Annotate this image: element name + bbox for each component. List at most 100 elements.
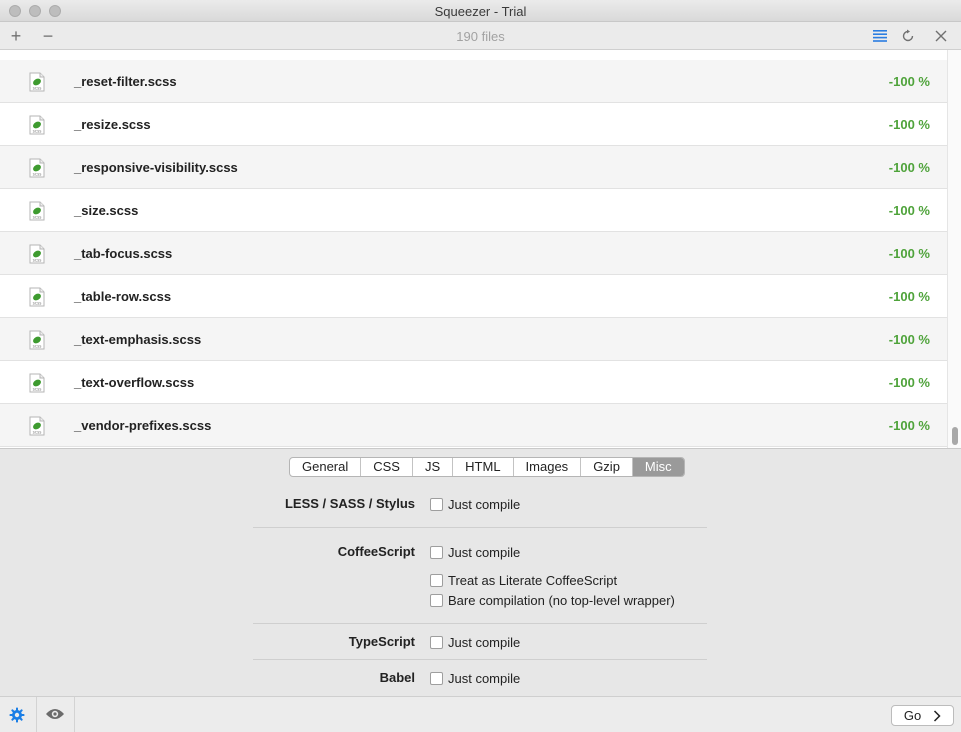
divider bbox=[253, 527, 707, 528]
svg-text:SCSS: SCSS bbox=[33, 431, 42, 435]
checkbox-label: Bare compilation (no top-level wrapper) bbox=[448, 592, 675, 608]
scss-file-icon: SCSS bbox=[29, 416, 45, 436]
title-bar: Squeezer - Trial bbox=[0, 0, 961, 22]
go-button[interactable]: Go bbox=[891, 705, 954, 726]
refresh-icon bbox=[902, 29, 914, 42]
file-percent: -100 % bbox=[888, 332, 930, 347]
scss-file-icon: SCSS bbox=[29, 330, 45, 350]
typescript-just-compile[interactable]: Just compile bbox=[430, 634, 520, 650]
file-row[interactable]: SCSS _size.scss -100 % bbox=[0, 189, 947, 232]
typescript-label: TypeScript bbox=[348, 634, 415, 649]
tab-general[interactable]: General bbox=[290, 458, 362, 476]
settings-gear-icon bbox=[9, 707, 25, 723]
file-name: _size.scss bbox=[74, 203, 139, 218]
chevron-right-icon bbox=[934, 709, 941, 722]
scss-file-icon: SCSS bbox=[29, 115, 45, 135]
svg-text:SCSS: SCSS bbox=[33, 87, 42, 91]
file-percent: -100 % bbox=[888, 418, 930, 433]
file-row[interactable]: SCSS _tab-focus.scss -100 % bbox=[0, 232, 947, 275]
file-percent: -100 % bbox=[888, 74, 930, 89]
clear-button[interactable] bbox=[931, 24, 951, 48]
file-percent: -100 % bbox=[888, 160, 930, 175]
file-name: _table-row.scss bbox=[74, 289, 172, 304]
divider bbox=[74, 697, 75, 732]
scss-file-icon: SCSS bbox=[29, 72, 45, 92]
file-name: _reset-filter.scss bbox=[74, 74, 177, 89]
file-list-scrollbar[interactable] bbox=[947, 50, 961, 448]
file-name: _text-overflow.scss bbox=[74, 375, 195, 390]
svg-text:SCSS: SCSS bbox=[33, 173, 42, 177]
file-percent: -100 % bbox=[888, 246, 930, 261]
tab-css[interactable]: CSS bbox=[361, 458, 413, 476]
checkbox-label: Just compile bbox=[448, 634, 521, 650]
checkbox-label: Just compile bbox=[448, 496, 521, 512]
file-percent: -100 % bbox=[888, 289, 930, 304]
svg-text:SCSS: SCSS bbox=[33, 259, 42, 263]
settings-panel: General CSS JS HTML Images Gzip Misc LES… bbox=[0, 448, 961, 696]
refresh-button[interactable] bbox=[898, 24, 918, 48]
file-percent: -100 % bbox=[888, 203, 930, 218]
checkbox-label: Treat as Literate CoffeeScript bbox=[448, 572, 618, 588]
file-percent: -100 % bbox=[888, 117, 930, 132]
file-row[interactable]: SCSS _text-overflow.scss -100 % bbox=[0, 361, 947, 404]
coffeescript-bare[interactable]: Bare compilation (no top-level wrapper) bbox=[430, 592, 675, 608]
tab-html[interactable]: HTML bbox=[453, 458, 514, 476]
tab-js[interactable]: JS bbox=[413, 458, 454, 476]
coffeescript-literate[interactable]: Treat as Literate CoffeeScript bbox=[430, 572, 617, 588]
file-percent: -100 % bbox=[888, 375, 930, 390]
scss-file-icon: SCSS bbox=[29, 158, 45, 178]
babel-label: Babel bbox=[379, 670, 415, 685]
scss-file-icon: SCSS bbox=[29, 244, 45, 264]
go-label: Go bbox=[903, 708, 922, 723]
close-icon bbox=[935, 30, 947, 42]
preview-button[interactable] bbox=[45, 707, 67, 723]
checkbox-label: Just compile bbox=[448, 544, 521, 560]
file-name: _tab-focus.scss bbox=[74, 246, 173, 261]
list-view-button[interactable] bbox=[870, 24, 890, 48]
file-name: _vendor-prefixes.scss bbox=[74, 418, 212, 433]
scroll-thumb[interactable] bbox=[952, 427, 958, 445]
svg-text:SCSS: SCSS bbox=[33, 302, 42, 306]
window-title: Squeezer - Trial bbox=[434, 4, 527, 19]
svg-text:SCSS: SCSS bbox=[33, 216, 42, 220]
coffeescript-label: CoffeeScript bbox=[337, 544, 415, 559]
svg-text:SCSS: SCSS bbox=[33, 388, 42, 392]
coffeescript-just-compile[interactable]: Just compile bbox=[430, 544, 520, 560]
file-row[interactable]: SCSS _responsive-visibility.scss -100 % bbox=[0, 146, 947, 189]
scss-file-icon: SCSS bbox=[29, 373, 45, 393]
file-row[interactable]: SCSS _text-emphasis.scss -100 % bbox=[0, 318, 947, 361]
divider bbox=[253, 659, 707, 660]
divider bbox=[36, 697, 37, 732]
divider bbox=[253, 623, 707, 624]
checkbox[interactable] bbox=[430, 573, 443, 587]
file-row[interactable]: SCSS _reset-filter.scss -100 % bbox=[0, 60, 947, 103]
scss-file-icon: SCSS bbox=[29, 287, 45, 307]
checkbox[interactable] bbox=[430, 593, 443, 607]
file-name: _resize.scss bbox=[74, 117, 151, 132]
svg-text:SCSS: SCSS bbox=[33, 130, 42, 134]
eye-icon bbox=[46, 709, 64, 719]
checkbox[interactable] bbox=[430, 635, 443, 649]
checkbox[interactable] bbox=[430, 545, 443, 559]
footer-bar: Go bbox=[0, 696, 961, 732]
list-view-icon bbox=[873, 30, 887, 42]
file-name: _responsive-visibility.scss bbox=[74, 160, 238, 175]
file-row[interactable]: SCSS _table-row.scss -100 % bbox=[0, 275, 947, 318]
settings-button[interactable] bbox=[8, 706, 28, 724]
checkbox[interactable] bbox=[430, 671, 443, 685]
tab-gzip[interactable]: Gzip bbox=[581, 458, 633, 476]
file-list[interactable]: SCSS _reset-filter.scss -100 % SCSS _res… bbox=[0, 50, 947, 448]
less-sass-stylus-label: LESS / SASS / Stylus bbox=[284, 496, 415, 511]
file-row[interactable]: SCSS _vendor-prefixes.scss -100 % bbox=[0, 404, 947, 447]
file-name: _text-emphasis.scss bbox=[74, 332, 202, 347]
tab-misc[interactable]: Misc bbox=[632, 458, 684, 476]
less-sass-stylus-just-compile[interactable]: Just compile bbox=[430, 496, 520, 512]
toolbar: + − 190 files bbox=[0, 22, 961, 50]
file-row[interactable]: SCSS _resize.scss -100 % bbox=[0, 103, 947, 146]
svg-text:SCSS: SCSS bbox=[33, 345, 42, 349]
babel-just-compile[interactable]: Just compile bbox=[430, 670, 520, 686]
checkbox[interactable] bbox=[430, 497, 443, 511]
file-count: 190 files bbox=[456, 29, 505, 44]
tab-images[interactable]: Images bbox=[514, 458, 582, 476]
checkbox-label: Just compile bbox=[448, 670, 521, 686]
